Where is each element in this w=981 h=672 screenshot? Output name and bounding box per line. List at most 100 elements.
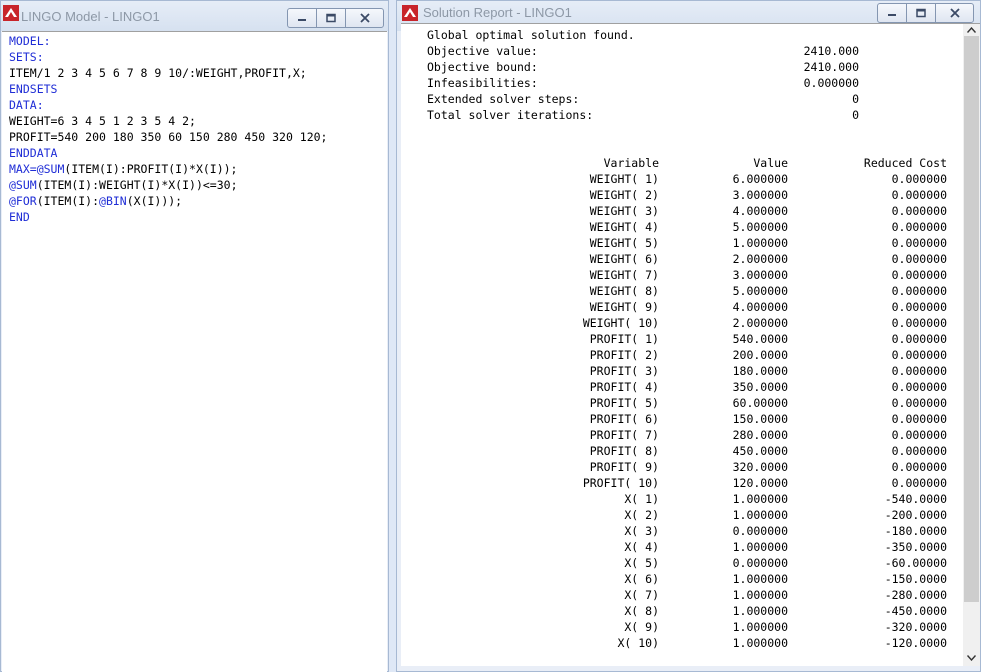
code-line: ITEM/1 2 3 4 5 6 7 8 9 10/:WEIGHT,PROFIT… [9, 65, 328, 81]
variable-value: 0.000000 [732, 524, 788, 538]
code-keyword: @BIN [99, 194, 127, 208]
code-line: END [9, 209, 328, 225]
code-line: @SUM(ITEM(I):WEIGHT(I)*X(I))<=30; [9, 177, 328, 193]
variable-value: 350.0000 [732, 380, 788, 394]
variable-name: PROFIT( 3) [589, 364, 659, 378]
minimize-button[interactable] [288, 9, 317, 27]
summary-label: Total solver iterations: [427, 108, 594, 122]
code-text: (ITEM(I): [36, 194, 100, 208]
report-window-title: Solution Report - LINGO1 [423, 5, 572, 20]
reduced-cost: 0.000000 [891, 172, 947, 186]
lingo-app-icon [402, 5, 418, 21]
variable-name: PROFIT( 2) [589, 348, 659, 362]
report-body[interactable]: Global optimal solution found. Objective… [401, 23, 980, 666]
variable-value: 1.000000 [732, 236, 788, 250]
variable-value: 1.000000 [732, 604, 788, 618]
close-button[interactable] [346, 9, 383, 27]
report-window: Solution Report - LINGO1 Global optimal … [396, 0, 981, 672]
restore-button[interactable] [907, 4, 936, 22]
code-text: WEIGHT=6 3 4 5 1 2 3 5 4 2; [9, 114, 196, 128]
variable-name: WEIGHT( 9) [589, 300, 659, 314]
variable-name: PROFIT( 9) [589, 460, 659, 474]
variable-value: 280.0000 [732, 428, 788, 442]
variable-name: PROFIT( 6) [589, 412, 659, 426]
code-keyword: ENDSETS [9, 82, 58, 96]
code-keyword: @FOR [9, 194, 37, 208]
variable-value: 1.000000 [732, 508, 788, 522]
variable-value: 320.0000 [732, 460, 788, 474]
variable-name: WEIGHT( 5) [589, 236, 659, 250]
reduced-cost: -350.0000 [884, 540, 947, 554]
variable-value: 540.0000 [732, 332, 788, 346]
variable-name: WEIGHT( 6) [589, 252, 659, 266]
summary-value: 2410.000 [803, 60, 859, 74]
close-icon [949, 8, 960, 18]
variable-name: X( 5) [624, 556, 659, 570]
restore-icon [326, 13, 336, 23]
reduced-cost: -60.00000 [884, 556, 947, 570]
column-header: Value [753, 156, 788, 170]
model-editor[interactable]: MODEL: SETS: ITEM/1 2 3 4 5 6 7 8 9 10/:WE… [2, 31, 387, 672]
variable-name: X( 1) [624, 492, 659, 506]
reduced-cost: 0.000000 [891, 396, 947, 410]
code-line: ENDDATA [9, 145, 328, 161]
variable-name: PROFIT( 7) [589, 428, 659, 442]
reduced-cost: -280.0000 [884, 588, 947, 602]
reduced-cost: 0.000000 [891, 460, 947, 474]
reduced-cost: 0.000000 [891, 332, 947, 346]
variable-value: 5.000000 [732, 220, 788, 234]
reduced-cost: 0.000000 [891, 364, 947, 378]
scrollbar-thumb[interactable] [964, 36, 979, 602]
restore-button[interactable] [317, 9, 346, 27]
code-keyword: ENDDATA [9, 146, 58, 160]
code-line: ENDSETS [9, 81, 328, 97]
scroll-up-button[interactable] [963, 24, 980, 36]
variable-name: PROFIT( 1) [589, 332, 659, 346]
code-line: WEIGHT=6 3 4 5 1 2 3 5 4 2; [9, 113, 328, 129]
reduced-cost: -150.0000 [884, 572, 947, 586]
variable-value: 3.000000 [732, 188, 788, 202]
variable-value: 6.000000 [732, 172, 788, 186]
code-keyword: @SUM [9, 178, 37, 192]
variable-name: WEIGHT( 8) [589, 284, 659, 298]
variable-value: 5.000000 [732, 284, 788, 298]
summary-label: Infeasibilities: [427, 76, 538, 90]
variable-value: 2.000000 [732, 252, 788, 266]
variable-value: 200.0000 [732, 348, 788, 362]
reduced-cost: -450.0000 [884, 604, 947, 618]
model-window-titlebar[interactable]: LINGO Model - LINGO1 [1, 1, 388, 31]
variable-value: 1.000000 [732, 636, 788, 650]
reduced-cost: 0.000000 [891, 236, 947, 250]
scroll-down-button[interactable] [963, 652, 980, 664]
variable-value: 3.000000 [732, 268, 788, 282]
code-keyword: MODEL: [9, 34, 51, 48]
variable-value: 450.0000 [732, 444, 788, 458]
variable-name: X( 3) [624, 524, 659, 538]
variable-name: PROFIT( 10) [582, 476, 659, 490]
variable-value: 1.000000 [732, 572, 788, 586]
reduced-cost: -180.0000 [884, 524, 947, 538]
reduced-cost: 0.000000 [891, 476, 947, 490]
code-text: ITEM/1 2 3 4 5 6 7 8 9 10/:WEIGHT,PROFIT… [9, 66, 307, 80]
code-line: MAX=@SUM(ITEM(I):PROFIT(I)*X(I)); [9, 161, 328, 177]
variable-name: X( 8) [624, 604, 659, 618]
reduced-cost: 0.000000 [891, 188, 947, 202]
variable-value: 60.00000 [732, 396, 788, 410]
variable-value: 2.000000 [732, 316, 788, 330]
column-header: Reduced Cost [863, 156, 947, 170]
variable-name: WEIGHT( 1) [589, 172, 659, 186]
reduced-cost: 0.000000 [891, 412, 947, 426]
close-button[interactable] [936, 4, 973, 22]
reduced-cost: 0.000000 [891, 316, 947, 330]
code-text: PROFIT=540 200 180 350 60 150 280 450 32… [9, 130, 328, 144]
code-line: SETS: [9, 49, 328, 65]
reduced-cost: 0.000000 [891, 428, 947, 442]
report-vertical-scrollbar[interactable] [963, 24, 980, 666]
close-icon [359, 13, 370, 23]
minimize-button[interactable] [878, 4, 907, 22]
code-line: PROFIT=540 200 180 350 60 150 280 450 32… [9, 129, 328, 145]
variable-value: 4.000000 [732, 204, 788, 218]
variable-name: PROFIT( 4) [589, 380, 659, 394]
model-window: LINGO Model - LINGO1 MODEL: SETS: ITEM/1 2… [0, 0, 389, 672]
model-code[interactable]: MODEL: SETS: ITEM/1 2 3 4 5 6 7 8 9 10/:WE… [9, 33, 328, 225]
